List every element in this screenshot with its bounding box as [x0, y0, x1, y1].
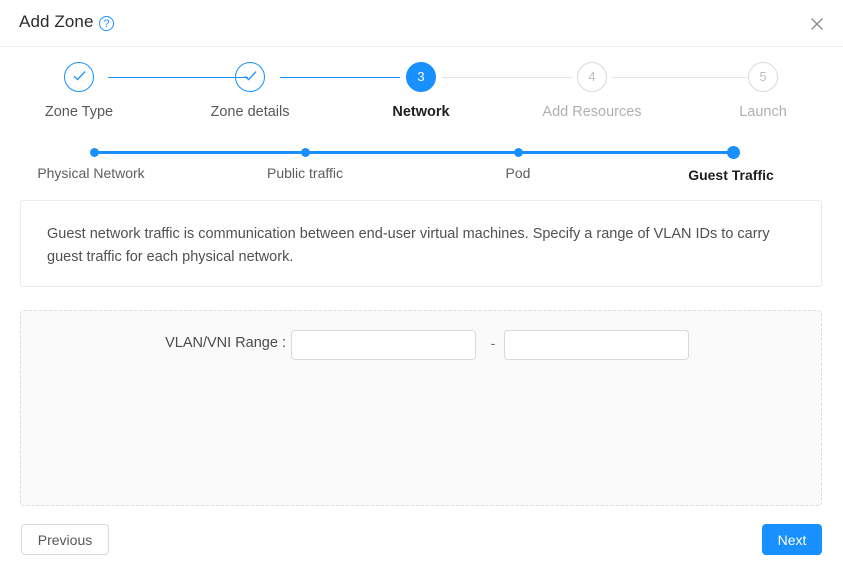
substep-dot-public-traffic[interactable] [301, 148, 310, 157]
page-title: Add Zone [19, 12, 94, 32]
step-circle-done [64, 62, 94, 92]
step-label: Zone details [180, 104, 320, 120]
step-label: Zone Type [9, 104, 149, 120]
substep-dot-guest-traffic[interactable] [727, 146, 740, 159]
step-circle-todo: 4 [577, 62, 607, 92]
vlan-range-row: VLAN/VNI Range : - [21, 330, 821, 360]
substep-label-physical-network: Physical Network [37, 165, 144, 181]
substep-line-2-3 [305, 151, 523, 154]
substep-line-1-2 [95, 151, 310, 154]
step-circle-done [235, 62, 265, 92]
step-circle-todo: 5 [748, 62, 778, 92]
question-circle-icon[interactable]: ? [99, 16, 114, 31]
substep-label-guest-traffic: Guest Traffic [688, 167, 774, 183]
add-zone-dialog: Add Zone ? Zone Type [0, 0, 843, 578]
substep-label-pod: Pod [506, 165, 531, 181]
step-launch[interactable]: 5 Launch [693, 62, 833, 120]
wizard-stepper: Zone Type Zone details 3 Network 4 Add R… [0, 62, 843, 132]
step-add-resources[interactable]: 4 Add Resources [522, 62, 662, 120]
next-button[interactable]: Next [762, 524, 822, 555]
guest-traffic-form-panel: VLAN/VNI Range : - [20, 310, 822, 506]
step-circle-active: 3 [406, 62, 436, 92]
close-icon[interactable] [807, 14, 827, 34]
vlan-range-start-input[interactable] [291, 330, 476, 360]
step-network[interactable]: 3 Network [351, 62, 491, 120]
dialog-header: Add Zone ? [0, 0, 843, 47]
step-label: Add Resources [522, 104, 662, 120]
step-zone-type[interactable]: Zone Type [9, 62, 149, 120]
substep-line-3-4 [518, 151, 736, 154]
vlan-range-end-input[interactable] [504, 330, 689, 360]
step-label: Launch [693, 104, 833, 120]
substep-dot-physical-network[interactable] [90, 148, 99, 157]
previous-button[interactable]: Previous [21, 524, 109, 555]
network-substepper: Physical Network Public traffic Pod Gues… [0, 144, 843, 194]
step-zone-details[interactable]: Zone details [180, 62, 320, 120]
description-box: Guest network traffic is communication b… [20, 200, 822, 287]
description-text: Guest network traffic is communication b… [47, 223, 799, 269]
vlan-range-separator: - [487, 335, 499, 351]
step-label: Network [351, 104, 491, 120]
substep-label-public-traffic: Public traffic [267, 165, 343, 181]
substep-dot-pod[interactable] [514, 148, 523, 157]
vlan-range-label: VLAN/VNI Range : [21, 335, 286, 351]
